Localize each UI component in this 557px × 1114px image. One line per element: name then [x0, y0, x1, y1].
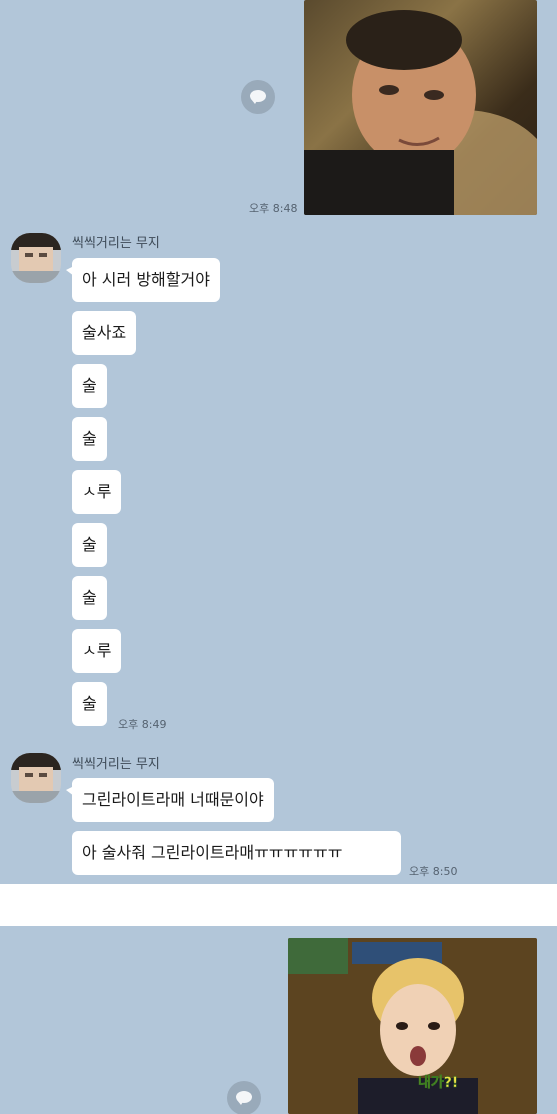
message-text: 술 — [82, 376, 97, 395]
photo-timestamp: 오후 8:48 — [249, 202, 298, 215]
message-text: 술 — [82, 429, 97, 448]
message-bubble[interactable]: 술 — [72, 364, 107, 408]
photo-content — [304, 10, 537, 215]
message-bubble[interactable]: 술 — [72, 682, 107, 726]
photo-caption: 내가?! — [418, 1075, 459, 1092]
avatar[interactable] — [11, 753, 61, 803]
sender-name: 씩씩거리는 무지 — [72, 757, 160, 772]
message-timestamp: 오후 8:49 — [118, 718, 167, 731]
message-text: ㅅ루 — [82, 641, 112, 660]
message-text: 아 시러 방해할거야 — [82, 270, 210, 289]
message-text: 그린라이트라매 너때문이야 — [82, 790, 264, 809]
message-bubble[interactable]: 아 술사줘 그린라이트라매ㅠㅠㅠㅠㅠㅠ — [72, 831, 401, 875]
message-bubble[interactable]: 술 — [72, 417, 107, 461]
message-text: 술 — [82, 535, 97, 554]
message-bubble[interactable]: 아 시러 방해할거야 — [66, 258, 220, 302]
message-bubble[interactable]: 술사죠 — [72, 311, 137, 355]
message-bubble[interactable]: ㅅ루 — [72, 470, 122, 514]
share-button[interactable] — [241, 80, 275, 114]
message-timestamp: 오후 8:50 — [409, 865, 458, 878]
photo-content — [288, 938, 537, 1114]
message-bubble[interactable]: 술 — [72, 523, 107, 567]
message-text: 아 술사줘 그린라이트라매ㅠㅠㅠㅠㅠㅠ — [82, 843, 343, 862]
message-text: 술 — [82, 694, 97, 713]
sender-name: 씩씩거리는 무지 — [72, 236, 160, 251]
message-text: ㅅ루 — [82, 482, 112, 501]
chat-panel-2: 내가?! — [0, 926, 557, 1114]
avatar[interactable] — [11, 233, 61, 283]
shared-photo[interactable] — [304, 0, 537, 215]
message-bubble[interactable]: ㅅ루 — [72, 629, 122, 673]
share-button[interactable] — [227, 1081, 261, 1114]
message-text: 술 — [82, 588, 97, 607]
message-text: 술사죠 — [82, 323, 127, 342]
shared-photo[interactable]: 내가?! — [288, 938, 537, 1114]
message-bubble[interactable]: 그린라이트라매 너때문이야 — [66, 778, 274, 822]
chat-panel-1: 오후 8:48 씩씩거리는 무지 아 시러 방해할거야 술사죠 술 술 ㅅ루 술… — [0, 0, 557, 884]
message-bubble[interactable]: 술 — [72, 576, 107, 620]
